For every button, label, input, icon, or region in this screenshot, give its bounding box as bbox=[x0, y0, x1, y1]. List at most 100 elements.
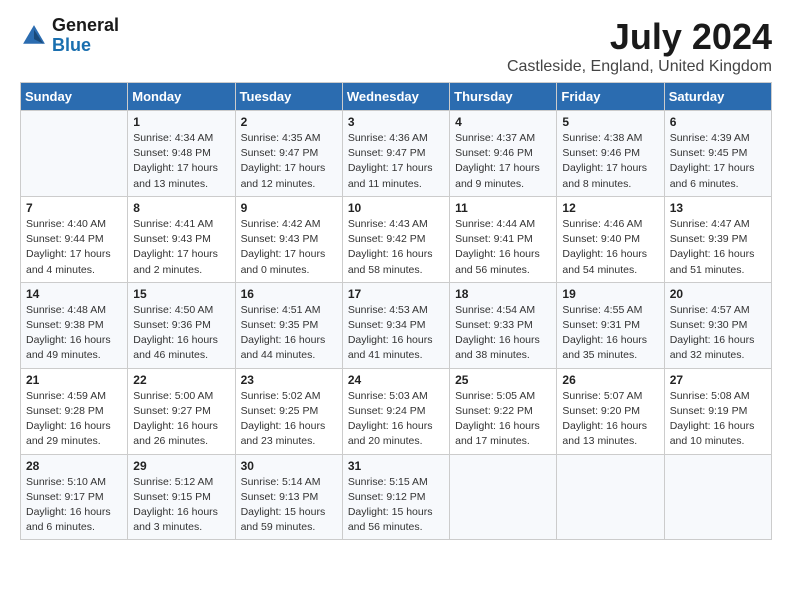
day-number: 8 bbox=[133, 201, 229, 215]
day-number: 20 bbox=[670, 287, 766, 301]
day-info: Sunrise: 4:46 AMSunset: 9:40 PMDaylight:… bbox=[562, 217, 658, 278]
day-number: 3 bbox=[348, 115, 444, 129]
day-number: 7 bbox=[26, 201, 122, 215]
logo-text: General Blue bbox=[52, 16, 119, 56]
day-info: Sunrise: 4:50 AMSunset: 9:36 PMDaylight:… bbox=[133, 303, 229, 364]
day-number: 16 bbox=[241, 287, 337, 301]
day-number: 24 bbox=[348, 373, 444, 387]
day-number: 4 bbox=[455, 115, 551, 129]
calendar-cell: 29 Sunrise: 5:12 AMSunset: 9:15 PMDayligh… bbox=[128, 454, 235, 540]
day-info: Sunrise: 4:41 AMSunset: 9:43 PMDaylight:… bbox=[133, 217, 229, 278]
logo-icon bbox=[20, 22, 48, 50]
calendar-cell: 12 Sunrise: 4:46 AMSunset: 9:40 PMDayligh… bbox=[557, 196, 664, 282]
day-number: 19 bbox=[562, 287, 658, 301]
day-info: Sunrise: 4:43 AMSunset: 9:42 PMDaylight:… bbox=[348, 217, 444, 278]
day-number: 5 bbox=[562, 115, 658, 129]
day-number: 27 bbox=[670, 373, 766, 387]
day-info: Sunrise: 4:47 AMSunset: 9:39 PMDaylight:… bbox=[670, 217, 766, 278]
calendar-cell: 26 Sunrise: 5:07 AMSunset: 9:20 PMDayligh… bbox=[557, 368, 664, 454]
calendar-cell: 9Sunrise: 4:42 AMSunset: 9:43 PMDaylight… bbox=[235, 196, 342, 282]
calendar-cell: 22 Sunrise: 5:00 AMSunset: 9:27 PMDayligh… bbox=[128, 368, 235, 454]
calendar-cell: 19 Sunrise: 4:55 AMSunset: 9:31 PMDayligh… bbox=[557, 282, 664, 368]
page-header: General Blue July 2024 Castleside, Engla… bbox=[20, 16, 772, 76]
day-info: Sunrise: 5:07 AMSunset: 9:20 PMDaylight:… bbox=[562, 389, 658, 450]
calendar-cell: 15 Sunrise: 4:50 AMSunset: 9:36 PMDayligh… bbox=[128, 282, 235, 368]
day-info: Sunrise: 4:39 AMSunset: 9:45 PMDaylight:… bbox=[670, 131, 766, 192]
col-header-sunday: Sunday bbox=[21, 83, 128, 111]
calendar-cell bbox=[557, 454, 664, 540]
calendar-cell: 7 Sunrise: 4:40 AMSunset: 9:44 PMDaylight… bbox=[21, 196, 128, 282]
day-number: 18 bbox=[455, 287, 551, 301]
day-info: Sunrise: 5:15 AMSunset: 9:12 PMDaylight:… bbox=[348, 475, 444, 536]
day-info: Sunrise: 5:03 AMSunset: 9:24 PMDaylight:… bbox=[348, 389, 444, 450]
calendar-cell: 27Sunrise: 5:08 AMSunset: 9:19 PMDayligh… bbox=[664, 368, 771, 454]
col-header-saturday: Saturday bbox=[664, 83, 771, 111]
calendar-cell: 30Sunrise: 5:14 AMSunset: 9:13 PMDayligh… bbox=[235, 454, 342, 540]
col-header-friday: Friday bbox=[557, 83, 664, 111]
day-number: 26 bbox=[562, 373, 658, 387]
title-block: July 2024 Castleside, England, United Ki… bbox=[507, 16, 772, 76]
day-number: 13 bbox=[670, 201, 766, 215]
calendar-cell: 14 Sunrise: 4:48 AMSunset: 9:38 PMDayligh… bbox=[21, 282, 128, 368]
col-header-thursday: Thursday bbox=[450, 83, 557, 111]
day-info: Sunrise: 4:48 AMSunset: 9:38 PMDaylight:… bbox=[26, 303, 122, 364]
day-number: 14 bbox=[26, 287, 122, 301]
calendar-table: SundayMondayTuesdayWednesdayThursdayFrid… bbox=[20, 82, 772, 540]
day-number: 11 bbox=[455, 201, 551, 215]
logo-blue: Blue bbox=[52, 36, 119, 56]
day-info: Sunrise: 4:54 AMSunset: 9:33 PMDaylight:… bbox=[455, 303, 551, 364]
day-number: 25 bbox=[455, 373, 551, 387]
week-row-5: 28 Sunrise: 5:10 AMSunset: 9:17 PMDayligh… bbox=[21, 454, 772, 540]
day-number: 28 bbox=[26, 459, 122, 473]
calendar-cell: 11Sunrise: 4:44 AMSunset: 9:41 PMDayligh… bbox=[450, 196, 557, 282]
day-info: Sunrise: 4:36 AMSunset: 9:47 PMDaylight:… bbox=[348, 131, 444, 192]
calendar-cell: 2Sunrise: 4:35 AMSunset: 9:47 PMDaylight… bbox=[235, 111, 342, 197]
calendar-cell: 16 Sunrise: 4:51 AMSunset: 9:35 PMDayligh… bbox=[235, 282, 342, 368]
calendar-cell: 31 Sunrise: 5:15 AMSunset: 9:12 PMDayligh… bbox=[342, 454, 449, 540]
day-info: Sunrise: 4:55 AMSunset: 9:31 PMDaylight:… bbox=[562, 303, 658, 364]
day-number: 15 bbox=[133, 287, 229, 301]
day-info: Sunrise: 4:53 AMSunset: 9:34 PMDaylight:… bbox=[348, 303, 444, 364]
calendar-cell: 6 Sunrise: 4:39 AMSunset: 9:45 PMDaylight… bbox=[664, 111, 771, 197]
calendar-cell: 13 Sunrise: 4:47 AMSunset: 9:39 PMDayligh… bbox=[664, 196, 771, 282]
calendar-cell: 1Sunrise: 4:34 AMSunset: 9:48 PMDaylight… bbox=[128, 111, 235, 197]
day-info: Sunrise: 4:37 AMSunset: 9:46 PMDaylight:… bbox=[455, 131, 551, 192]
calendar-cell: 20 Sunrise: 4:57 AMSunset: 9:30 PMDayligh… bbox=[664, 282, 771, 368]
day-number: 22 bbox=[133, 373, 229, 387]
calendar-cell: 4 Sunrise: 4:37 AMSunset: 9:46 PMDaylight… bbox=[450, 111, 557, 197]
day-info: Sunrise: 4:51 AMSunset: 9:35 PMDaylight:… bbox=[241, 303, 337, 364]
subtitle: Castleside, England, United Kingdom bbox=[507, 58, 772, 76]
day-info: Sunrise: 5:05 AMSunset: 9:22 PMDaylight:… bbox=[455, 389, 551, 450]
calendar-cell: 25 Sunrise: 5:05 AMSunset: 9:22 PMDayligh… bbox=[450, 368, 557, 454]
day-info: Sunrise: 5:02 AMSunset: 9:25 PMDaylight:… bbox=[241, 389, 337, 450]
day-info: Sunrise: 4:57 AMSunset: 9:30 PMDaylight:… bbox=[670, 303, 766, 364]
day-info: Sunrise: 4:35 AMSunset: 9:47 PMDaylight:… bbox=[241, 131, 337, 192]
calendar-cell: 17 Sunrise: 4:53 AMSunset: 9:34 PMDayligh… bbox=[342, 282, 449, 368]
day-info: Sunrise: 4:38 AMSunset: 9:46 PMDaylight:… bbox=[562, 131, 658, 192]
day-number: 12 bbox=[562, 201, 658, 215]
day-number: 21 bbox=[26, 373, 122, 387]
day-number: 29 bbox=[133, 459, 229, 473]
day-info: Sunrise: 5:10 AMSunset: 9:17 PMDaylight:… bbox=[26, 475, 122, 536]
col-header-tuesday: Tuesday bbox=[235, 83, 342, 111]
day-number: 17 bbox=[348, 287, 444, 301]
calendar-cell bbox=[450, 454, 557, 540]
day-info: Sunrise: 5:00 AMSunset: 9:27 PMDaylight:… bbox=[133, 389, 229, 450]
calendar-cell bbox=[664, 454, 771, 540]
calendar-cell: 23Sunrise: 5:02 AMSunset: 9:25 PMDayligh… bbox=[235, 368, 342, 454]
header-row: SundayMondayTuesdayWednesdayThursdayFrid… bbox=[21, 83, 772, 111]
day-info: Sunrise: 4:59 AMSunset: 9:28 PMDaylight:… bbox=[26, 389, 122, 450]
day-number: 6 bbox=[670, 115, 766, 129]
main-title: July 2024 bbox=[507, 16, 772, 58]
col-header-wednesday: Wednesday bbox=[342, 83, 449, 111]
day-number: 9 bbox=[241, 201, 337, 215]
week-row-4: 21 Sunrise: 4:59 AMSunset: 9:28 PMDayligh… bbox=[21, 368, 772, 454]
day-info: Sunrise: 5:12 AMSunset: 9:15 PMDaylight:… bbox=[133, 475, 229, 536]
day-number: 31 bbox=[348, 459, 444, 473]
day-info: Sunrise: 4:40 AMSunset: 9:44 PMDaylight:… bbox=[26, 217, 122, 278]
day-number: 10 bbox=[348, 201, 444, 215]
calendar-cell bbox=[21, 111, 128, 197]
calendar-cell: 10 Sunrise: 4:43 AMSunset: 9:42 PMDayligh… bbox=[342, 196, 449, 282]
week-row-1: 1Sunrise: 4:34 AMSunset: 9:48 PMDaylight… bbox=[21, 111, 772, 197]
day-info: Sunrise: 5:14 AMSunset: 9:13 PMDaylight:… bbox=[241, 475, 337, 536]
